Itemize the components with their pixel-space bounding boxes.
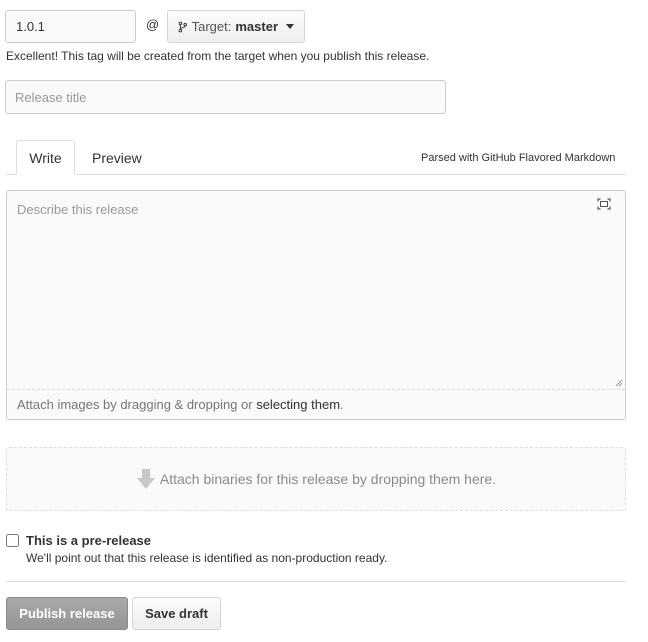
- branch-icon: [178, 21, 187, 32]
- save-draft-button[interactable]: Save draft: [132, 597, 221, 630]
- tab-preview[interactable]: Preview: [92, 150, 142, 166]
- publish-release-button[interactable]: Publish release: [6, 597, 128, 630]
- description-textarea[interactable]: [7, 191, 625, 389]
- target-value: master: [235, 19, 278, 34]
- attach-images-suffix: .: [340, 397, 344, 412]
- tag-name-input[interactable]: [5, 10, 136, 43]
- tag-hint: Excellent! This tag will be created from…: [6, 49, 430, 63]
- caret-down-icon: [286, 24, 294, 29]
- tab-write[interactable]: Write: [16, 140, 75, 175]
- actions-divider: [6, 581, 626, 582]
- binaries-dropzone[interactable]: Attach binaries for this release by drop…: [6, 447, 626, 511]
- prerelease-checkbox[interactable]: [6, 534, 19, 547]
- resize-grip-icon[interactable]: [615, 379, 623, 387]
- select-files-link[interactable]: selecting them: [256, 397, 340, 412]
- release-title-input[interactable]: [5, 80, 446, 114]
- description-editor: Attach images by dragging & dropping or …: [6, 190, 626, 420]
- target-branch-button[interactable]: Target: master: [167, 10, 305, 43]
- binaries-text: Attach binaries for this release by drop…: [159, 471, 497, 487]
- target-label: Target:: [191, 19, 232, 34]
- fullscreen-icon[interactable]: [597, 198, 611, 210]
- tabs-divider: [6, 174, 626, 175]
- prerelease-description: We'll point out that this release is ide…: [26, 551, 388, 565]
- at-separator: @: [146, 17, 160, 32]
- prerelease-title[interactable]: This is a pre-release: [26, 533, 151, 548]
- markdown-note: Parsed with GitHub Flavored Markdown: [421, 152, 616, 164]
- attach-images-bar[interactable]: Attach images by dragging & dropping or …: [7, 389, 625, 419]
- down-arrow-icon: [136, 469, 155, 489]
- attach-images-text: Attach images by dragging & dropping or: [17, 397, 257, 412]
